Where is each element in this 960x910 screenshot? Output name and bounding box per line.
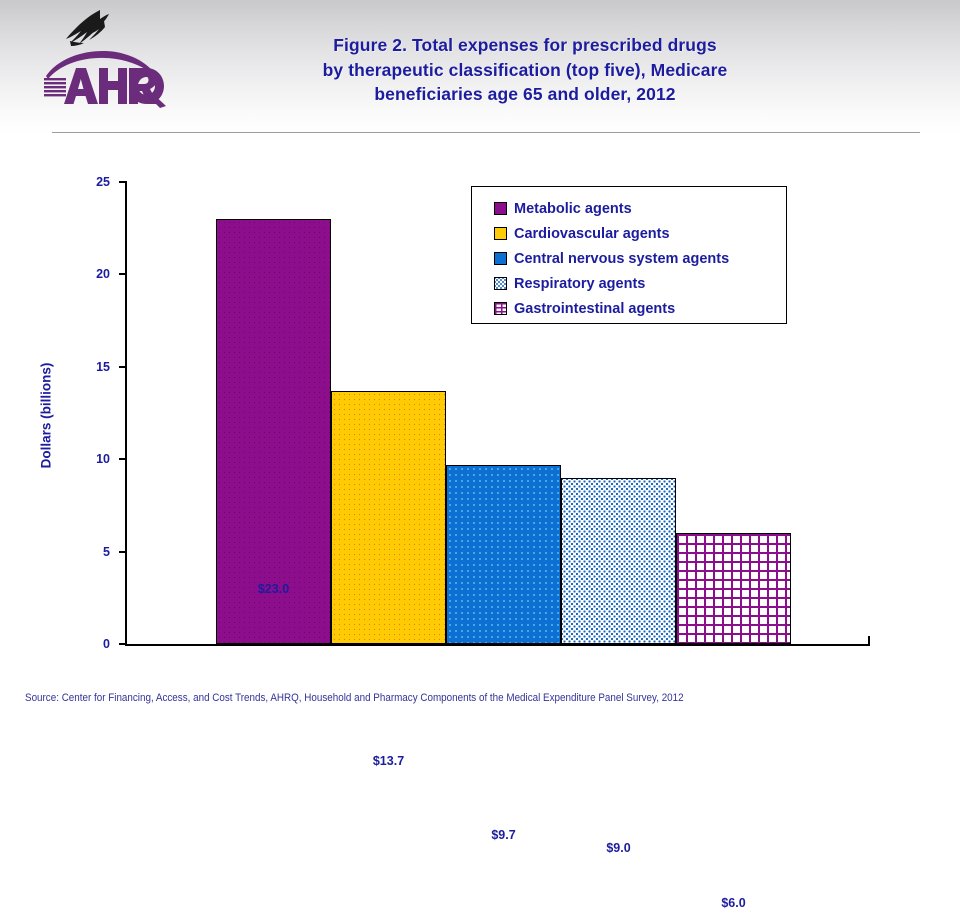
y-tick-label-10: 10 xyxy=(96,452,110,466)
chart-legend: Metabolic agents Cardiovascular agents C… xyxy=(471,186,787,324)
bar-label-respiratory-agents: $9.0 xyxy=(606,841,631,855)
y-tick-5 xyxy=(119,551,127,553)
bar-chart: Dollars (billions) 25 20 15 10 5 0 $23.0… xyxy=(0,133,960,910)
y-tick-0 xyxy=(119,643,127,645)
y-tick-label-20: 20 xyxy=(96,267,110,281)
source-note: Source: Center for Financing, Access, an… xyxy=(25,692,684,704)
page-title: Figure 2. Total expenses for prescribed … xyxy=(215,33,835,107)
bar-label-metabolic-agents: $23.0 xyxy=(257,582,290,596)
hhs-eagle-icon xyxy=(66,10,109,46)
legend-item-cns-agents[interactable]: Central nervous system agents xyxy=(494,246,786,271)
title-line-2: by therapeutic classification (top five)… xyxy=(322,59,728,80)
cns-swatch-icon xyxy=(494,252,507,265)
x-axis-line xyxy=(125,644,870,646)
y-tick-label-25: 25 xyxy=(96,175,110,189)
y-tick-20 xyxy=(119,273,127,275)
title-line-1: Figure 2. Total expenses for prescribed … xyxy=(333,35,717,55)
legend-item-gastrointestinal-agents[interactable]: Gastrointestinal agents xyxy=(494,296,786,321)
bar-gastrointestinal-agents[interactable] xyxy=(676,533,791,644)
ahrq-wordmark xyxy=(44,51,166,108)
ahrq-logo xyxy=(42,8,172,108)
metabolic-swatch-icon xyxy=(494,202,507,215)
bar-metabolic-agents[interactable] xyxy=(216,219,331,644)
bar-label-cardiovascular-agents: $13.7 xyxy=(372,754,405,768)
bar-central-nervous-system-agents[interactable] xyxy=(446,465,561,644)
bar-label-central-nervous-system-agents: $9.7 xyxy=(491,828,516,842)
cardiovascular-swatch-icon xyxy=(494,227,507,240)
respiratory-swatch-icon xyxy=(494,277,507,290)
y-tick-10 xyxy=(119,458,127,460)
legend-label-metabolic-agents: Metabolic agents xyxy=(514,200,632,217)
bar-label-gastrointestinal-agents: $6.0 xyxy=(721,896,746,910)
y-axis-title: Dollars (billions) xyxy=(38,362,54,469)
bar-cardiovascular-agents[interactable] xyxy=(331,391,446,644)
y-tick-15 xyxy=(119,366,127,368)
legend-label-gastrointestinal-agents: Gastrointestinal agents xyxy=(514,300,676,317)
legend-label-cns-agents: Central nervous system agents xyxy=(514,250,730,267)
page-header: Figure 2. Total expenses for prescribed … xyxy=(0,0,960,133)
bar-respiratory-agents[interactable] xyxy=(561,478,676,644)
legend-item-respiratory-agents[interactable]: Respiratory agents xyxy=(494,271,786,296)
gastrointestinal-swatch-icon xyxy=(494,302,507,315)
title-line-3: beneficiaries age 65 and older, 2012 xyxy=(374,84,676,104)
legend-item-metabolic-agents[interactable]: Metabolic agents xyxy=(494,196,786,221)
y-tick-label-0: 0 xyxy=(103,637,110,651)
y-tick-label-5: 5 xyxy=(103,545,110,559)
legend-item-cardiovascular-agents[interactable]: Cardiovascular agents xyxy=(494,221,786,246)
y-tick-label-15: 15 xyxy=(96,360,110,374)
legend-label-cardiovascular-agents: Cardiovascular agents xyxy=(514,225,670,242)
legend-label-respiratory-agents: Respiratory agents xyxy=(514,275,646,292)
y-tick-25 xyxy=(119,181,127,183)
